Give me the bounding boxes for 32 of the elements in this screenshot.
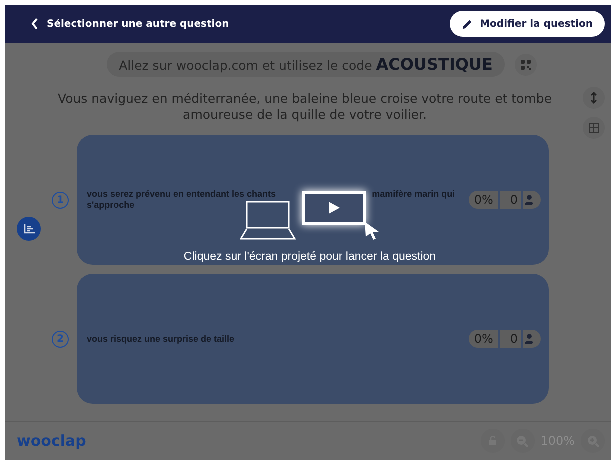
projected-screen-button[interactable] bbox=[302, 191, 366, 225]
chevron-left-icon bbox=[31, 18, 39, 30]
answer-text: vous risquez une surprise de taille bbox=[87, 334, 235, 344]
percentage-badge: 0% bbox=[469, 330, 498, 348]
answer-text: mamifère marin qui bbox=[372, 189, 456, 200]
edit-question-button[interactable]: Modifier la question bbox=[450, 11, 605, 37]
answer-number: 1 bbox=[52, 192, 69, 208]
grid-button[interactable] bbox=[583, 117, 605, 139]
person-icon bbox=[523, 191, 541, 209]
respondent-count: 0 bbox=[500, 191, 521, 209]
bar-chart-icon bbox=[24, 224, 34, 234]
person-icon bbox=[523, 330, 541, 348]
play-icon bbox=[328, 202, 340, 214]
resize-button[interactable] bbox=[583, 87, 605, 109]
overlay-message: Cliquez sur l'écran projeté pour lancer la question bbox=[184, 251, 436, 263]
respondent-count: 0 bbox=[500, 330, 521, 348]
laptop-icon bbox=[240, 201, 296, 241]
logo: wooclap bbox=[17, 432, 86, 450]
percentage-badge: 0% bbox=[469, 191, 498, 209]
answer-number: 2 bbox=[52, 330, 69, 348]
vertical-arrows-icon bbox=[591, 92, 597, 104]
cursor-icon bbox=[364, 221, 380, 241]
join-instructions: Allez sur wooclap.com et utilisez le code ACOUSTIQUE bbox=[107, 52, 505, 77]
qr-code-button[interactable] bbox=[514, 54, 537, 76]
results-button[interactable] bbox=[17, 217, 41, 241]
question-text: Vous naviguez en méditerranée, une baleine bleue croise votre route et tombe amoureuse de la quille de votre voilier. bbox=[56, 91, 554, 123]
pencil-icon bbox=[462, 18, 474, 30]
grid-icon bbox=[589, 123, 599, 133]
back-link[interactable]: Sélectionner une autre question bbox=[29, 16, 232, 32]
answer-text: vous serez prévenu en entendant les chants bbox=[87, 189, 276, 200]
answer-text: s'approche bbox=[87, 200, 135, 211]
qr-code-icon bbox=[520, 60, 531, 70]
